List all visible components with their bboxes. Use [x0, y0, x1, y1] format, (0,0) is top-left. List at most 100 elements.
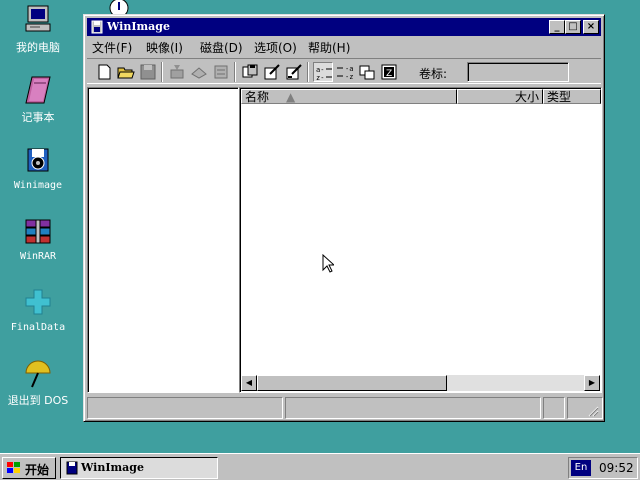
- desktop-icon-winrar[interactable]: WinRAR: [0, 216, 76, 262]
- menu-options[interactable]: 选项(O): [254, 39, 297, 56]
- menu-image[interactable]: 映像(I): [146, 39, 183, 56]
- language-indicator[interactable]: En: [571, 460, 591, 476]
- read-disk-button[interactable]: [240, 62, 260, 82]
- scroll-left-button[interactable]: ◀: [241, 375, 257, 391]
- desktop-icon-label: 记事本: [21, 111, 55, 124]
- column-size-label: 大小: [514, 90, 539, 104]
- write-disk-button[interactable]: [262, 62, 282, 82]
- compress-button[interactable]: Z: [379, 62, 399, 82]
- open-button[interactable]: [116, 62, 136, 82]
- sort-az-icon: a-z-: [316, 66, 332, 82]
- scroll-right-button[interactable]: ▶: [584, 375, 600, 391]
- format-write-icon: [286, 64, 302, 80]
- svg-text:Z: Z: [386, 69, 392, 79]
- write-disk-icon: [264, 64, 280, 80]
- menu-bar: 文件(F) 映像(I) 磁盘(D) 选项(O) 帮助(H): [87, 37, 601, 55]
- column-header-name[interactable]: 名称 ▲: [241, 89, 457, 104]
- winimage-window: WinImage _ □ × 文件(F) 映像(I) 磁盘(D) 选项(O) 帮…: [83, 14, 605, 422]
- svg-text:-z: -z: [345, 73, 353, 81]
- view-button[interactable]: [357, 62, 377, 82]
- toolbar: a-z- -a -z Z 卷标:: [87, 58, 601, 84]
- desktop-icon-finaldata[interactable]: FinalData: [0, 287, 76, 333]
- partial-desktop-icon: [108, 0, 130, 18]
- desktop-icon-label: 我的电脑: [16, 41, 60, 54]
- start-button[interactable]: 开始: [2, 457, 56, 479]
- desktop-icon-label: FinalData: [10, 322, 66, 333]
- volume-label-text: 卷标:: [419, 67, 448, 81]
- folder-tree-pane[interactable]: [87, 87, 239, 393]
- properties-icon: [214, 65, 228, 79]
- close-icon: ×: [586, 21, 596, 32]
- arrow-left-icon: ◀: [245, 378, 253, 387]
- sort-type-icon: -a-z: [337, 65, 353, 81]
- read-disk-icon: [242, 64, 258, 78]
- status-panel: [87, 397, 283, 419]
- new-file-icon: [98, 64, 111, 80]
- mouse-pointer-icon: [322, 254, 334, 273]
- svg-text:z-: z-: [316, 74, 324, 82]
- windows-logo-icon: [7, 462, 20, 473]
- toolbar-separator: [161, 62, 163, 82]
- inject-button[interactable]: [189, 62, 209, 82]
- clock[interactable]: 09:52: [599, 461, 634, 475]
- compress-icon: Z: [381, 64, 397, 80]
- desktop-icon-exit-dos[interactable]: 退出到 DOS: [0, 357, 76, 408]
- status-bar: [87, 397, 603, 419]
- desktop-icon-my-computer[interactable]: 我的电脑: [0, 4, 76, 55]
- minimize-icon: _: [554, 21, 560, 32]
- winrar-icon: [22, 216, 54, 248]
- taskbar: 开始 WinImage En 09:52: [0, 453, 640, 480]
- notepad-icon: [22, 74, 54, 106]
- column-name-label: 名称: [245, 90, 270, 104]
- title-bar[interactable]: WinImage _ □ ×: [87, 18, 601, 36]
- inject-icon: [191, 67, 207, 79]
- column-header-size[interactable]: 大小: [457, 89, 543, 104]
- format-disk-button[interactable]: [284, 62, 304, 82]
- menu-disk[interactable]: 磁盘(D): [200, 39, 243, 56]
- toolbar-separator: [234, 62, 236, 82]
- menu-help[interactable]: 帮助(H): [308, 39, 350, 56]
- close-button[interactable]: ×: [583, 20, 599, 34]
- column-header-type[interactable]: 类型: [543, 89, 601, 104]
- open-folder-icon: [117, 67, 135, 79]
- new-file-button[interactable]: [94, 62, 114, 82]
- arrow-right-icon: ▶: [588, 378, 596, 387]
- my-computer-icon: [22, 4, 54, 36]
- system-tray: En 09:52: [568, 457, 638, 479]
- task-label: WinImage: [81, 461, 144, 474]
- volume-label-field[interactable]: [467, 62, 569, 82]
- save-disk-icon: [140, 64, 156, 80]
- save-button[interactable]: [138, 62, 158, 82]
- toolbar-separator: [307, 62, 309, 82]
- resize-grip-icon[interactable]: [587, 405, 599, 417]
- column-type-label: 类型: [547, 90, 572, 104]
- horizontal-scrollbar[interactable]: ◀ ▶: [241, 375, 600, 391]
- minimize-button[interactable]: _: [549, 20, 565, 34]
- window-title: WinImage: [107, 20, 170, 33]
- sort-by-type-button[interactable]: -a -z: [335, 62, 355, 82]
- winimage-task-icon: [66, 461, 78, 475]
- properties-button[interactable]: [211, 62, 231, 82]
- sort-by-name-button[interactable]: a-z-: [313, 62, 333, 82]
- maximize-button[interactable]: □: [565, 20, 581, 34]
- scroll-thumb[interactable]: [257, 375, 447, 391]
- status-panel: [543, 397, 565, 419]
- desktop-icon-label: 退出到 DOS: [7, 394, 69, 407]
- extract-button[interactable]: [167, 62, 187, 82]
- desktop-icon-winimage[interactable]: Winimage: [0, 145, 76, 191]
- finaldata-icon: [22, 287, 54, 319]
- exit-dos-icon: [22, 357, 54, 389]
- start-label: 开始: [25, 463, 50, 477]
- winimage-icon: [22, 145, 54, 177]
- extract-icon: [170, 65, 184, 79]
- status-panel: [285, 397, 541, 419]
- sort-ascending-icon: ▲: [286, 90, 296, 104]
- menu-file[interactable]: 文件(F): [92, 39, 132, 56]
- desktop-icon-label: WinRAR: [19, 251, 57, 262]
- svg-text:a-: a-: [316, 66, 324, 74]
- file-list-pane[interactable]: 名称 ▲ 大小 类型 ◀ ▶: [239, 87, 602, 393]
- winimage-app-icon[interactable]: [90, 20, 104, 34]
- taskbar-button-winimage[interactable]: WinImage: [60, 457, 218, 479]
- maximize-icon: □: [568, 21, 578, 32]
- desktop-icon-notepad[interactable]: 记事本: [0, 74, 76, 125]
